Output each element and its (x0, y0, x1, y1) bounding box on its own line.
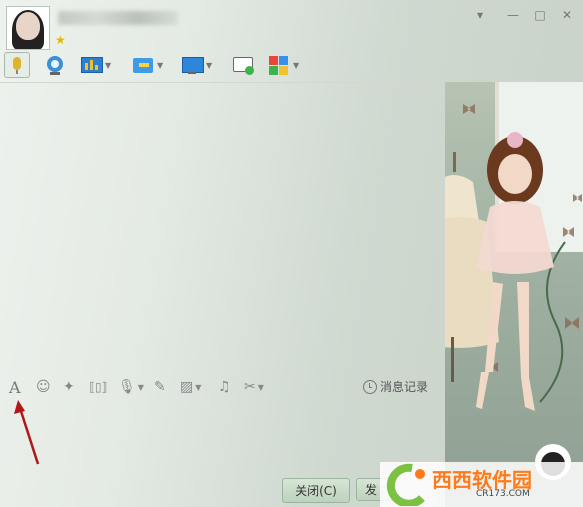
annotation-arrow (14, 400, 40, 465)
chat-window: ★ ▾ — □ ✕ ▼ ▼ ▼ ▼ A ☺ ✦ ⟦▯⟧ 🎙 ▼ ✎ ▨ ▼ ♫ … (0, 0, 583, 507)
